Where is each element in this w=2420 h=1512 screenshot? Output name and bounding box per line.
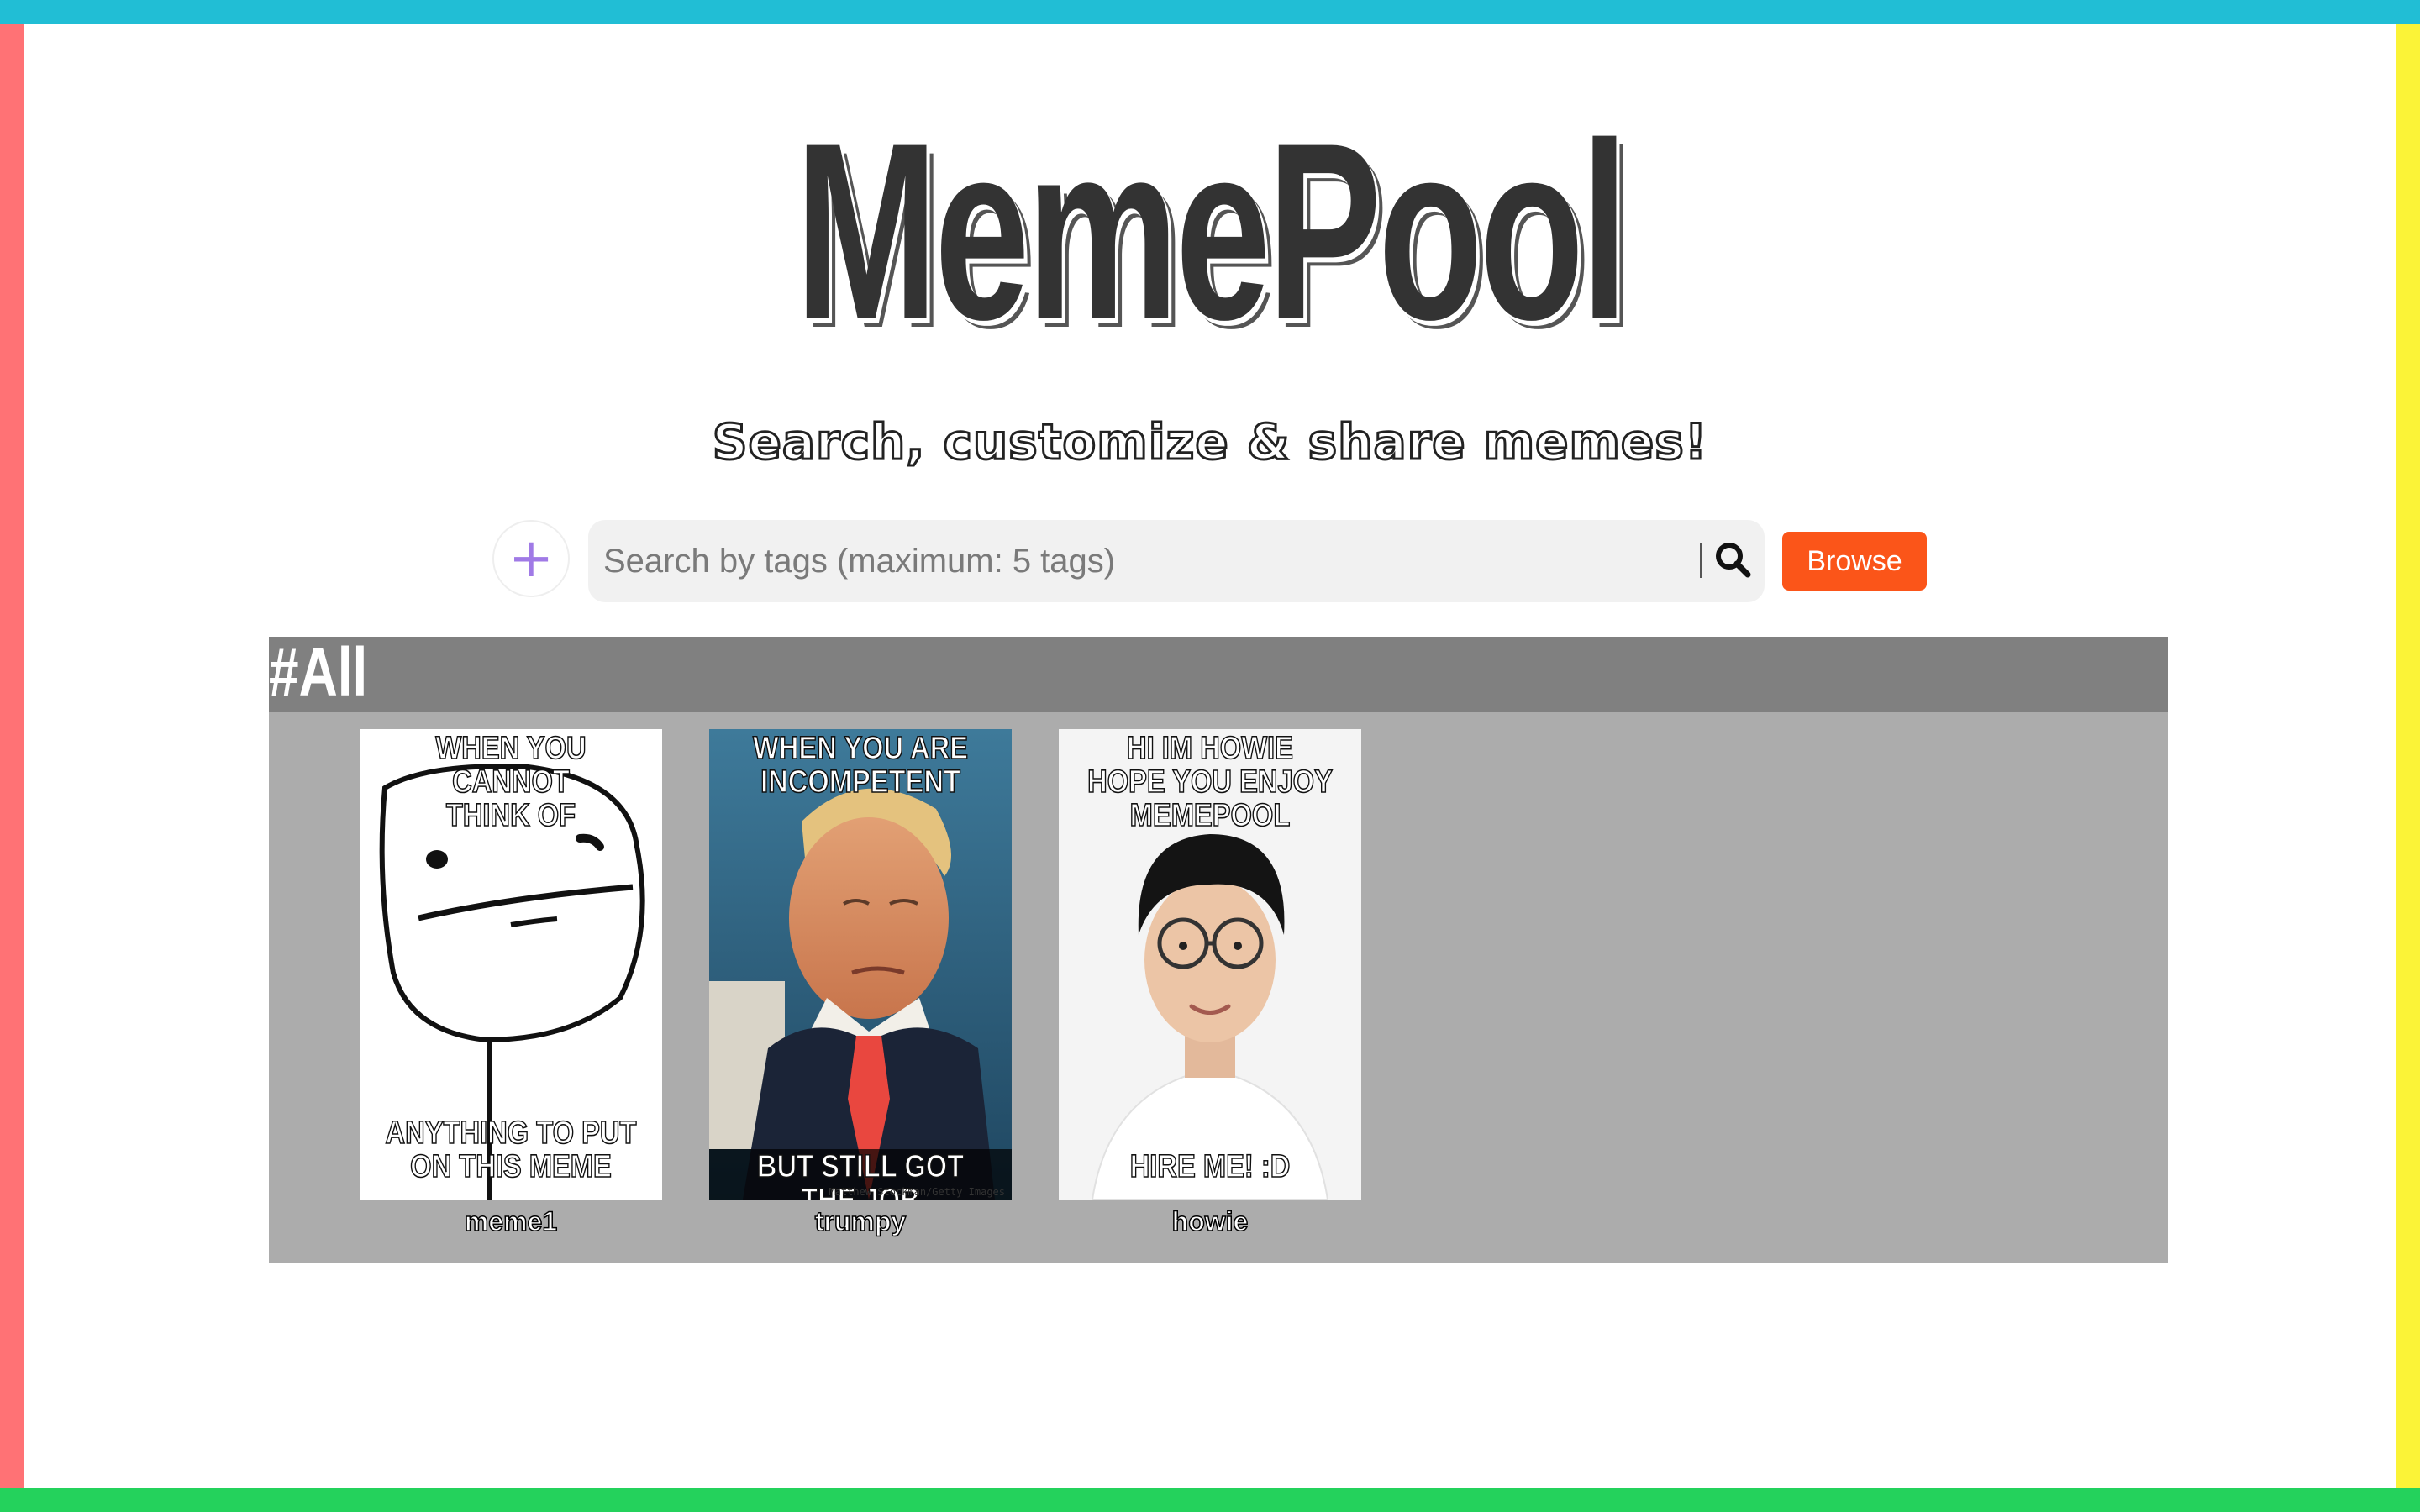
top-color-border [0, 0, 2420, 24]
meme-thumbnail[interactable]: WHEN YOU CANNOT THINK OF ANYTHING TO PUT… [360, 729, 662, 1200]
meme-thumbnail[interactable]: HI IM HOWIE HOPE YOU ENJOY MEMEPOOL HIRE… [1059, 729, 1361, 1200]
browse-button[interactable]: Browse [1782, 532, 1927, 591]
meme-top-text: WHEN YOU ARE INCOMPETENT [752, 731, 969, 800]
tagline: Search, customize & share memes! [711, 413, 1708, 470]
meme-bottom-text: HIRE ME! :D [1129, 1149, 1291, 1184]
gallery-header: #All [269, 637, 2168, 712]
search-bar [588, 520, 1765, 602]
trump-photo-image [709, 729, 1012, 1200]
meme-name: howie [1171, 1206, 1249, 1236]
left-color-border [0, 24, 24, 1488]
meme-thumbnail[interactable]: WHEN YOU ARE INCOMPETENT BUT STILL GOT T… [709, 729, 1012, 1200]
meme-top-text: HI IM HOWIE HOPE YOU ENJOY MEMEPOOL [1086, 731, 1333, 833]
meme-gallery: #All WHEN YOU CANNOT THINK OF ANYTHING T… [269, 637, 2168, 1263]
search-input[interactable] [603, 528, 1444, 594]
meme-card-meme1[interactable]: WHEN YOU CANNOT THINK OF ANYTHING TO PUT… [360, 729, 662, 1236]
meme-card-howie[interactable]: HI IM HOWIE HOPE YOU ENJOY MEMEPOOL HIRE… [1059, 729, 1361, 1236]
meme-top-text: WHEN YOU CANNOT THINK OF [435, 731, 587, 833]
meme-name: trumpy [814, 1206, 907, 1236]
meme-bottom-text: ANYTHING TO PUT ON THIS MEME [385, 1116, 637, 1184]
plus-icon: + [508, 528, 554, 590]
meme-card-trumpy[interactable]: WHEN YOU ARE INCOMPETENT BUT STILL GOT T… [709, 729, 1012, 1236]
bottom-color-border [0, 1488, 2420, 1512]
site-logo[interactable]: MemePool [387, 105, 2033, 357]
gallery-title: #All [269, 634, 368, 711]
text-cursor [1700, 543, 1702, 578]
meme-name: meme1 [464, 1206, 558, 1236]
photo-credit: Matthew Stockman/Getty Images [829, 1186, 1005, 1198]
page: MemePool Search, customize & share memes… [0, 0, 2420, 1512]
right-color-border [2396, 24, 2420, 1488]
add-meme-button[interactable]: + [492, 520, 570, 597]
search-icon[interactable] [1712, 538, 1754, 580]
